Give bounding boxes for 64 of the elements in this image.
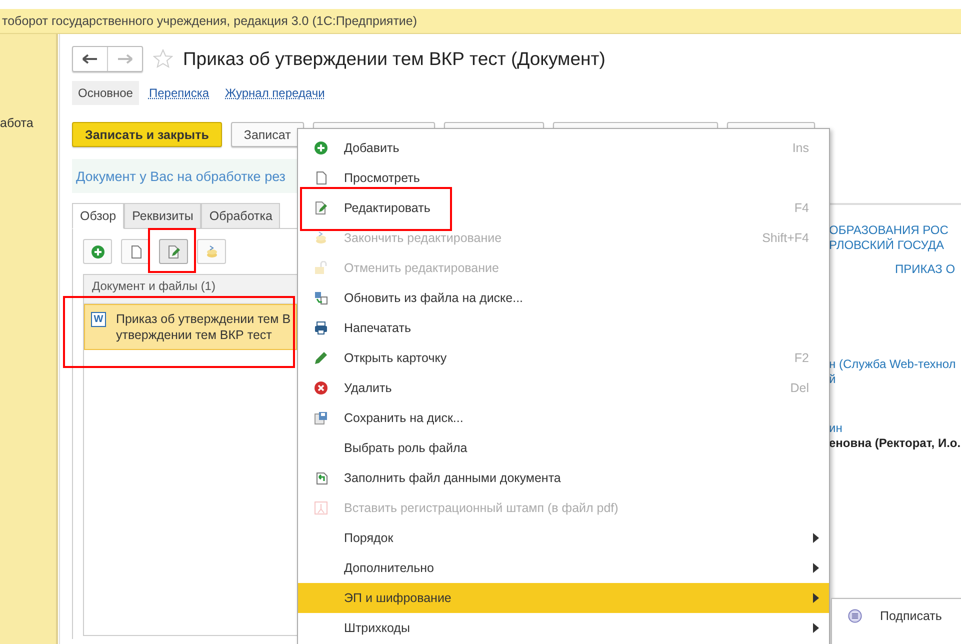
refresh-file-icon [314,291,328,305]
section-tab[interactable]: Основное [72,81,139,105]
menu-item[interactable]: Удалить Del [298,373,829,403]
menu-item[interactable]: Обновить из файла на диске... [298,283,829,313]
menu-item[interactable]: Дополнительно [298,553,829,583]
preview-text: й [829,372,837,387]
menu-item[interactable]: Штрихкоды [298,613,829,643]
pencil-icon [314,351,328,365]
lock-icon [314,261,328,275]
page-icon [314,171,328,185]
file-row[interactable]: W Приказ об утверждении тем В утверждении тем ВКР тест [84,304,297,350]
highlight-frame [148,228,196,273]
preview-text: н (Служба Web-технол [829,357,957,372]
delete-icon [314,381,328,395]
coins-icon [204,244,218,258]
pdf-icon [314,501,328,515]
menu-item[interactable]: Сохранить на диск... [298,403,829,433]
preview-text: ПРИКАЗ О [894,262,956,277]
printer-icon [314,321,328,335]
word-file-badge: W [91,312,106,327]
preview-text: РЛОВСКИЙ ГОСУДА [829,238,946,253]
preview-text: ин [829,421,844,436]
submenu-arrow-icon [813,563,819,573]
preview-text: еновна (Ректорат, И.о. [829,436,961,451]
menu-item[interactable]: Подписать [832,599,961,633]
file-name: утверждении тем ВКР тест [116,327,273,343]
app-title: тоборот государственного учреждения, редакция 3.0 (1С:Предприятие) [2,14,418,28]
document-title: Приказ об утверждении тем ВКР тест (Документ) [183,48,606,70]
submenu-arrow-icon [813,623,819,633]
edit-icon [166,244,180,258]
signature-icon [848,609,862,623]
command-button[interactable]: Записат [230,122,304,147]
edit-icon [314,201,328,215]
view-button[interactable] [121,239,150,264]
file-name: Приказ об утверждении тем В [116,311,291,327]
edit-button[interactable] [159,239,188,264]
list-header: Документ и файлы (1) [84,275,297,304]
tab[interactable]: Реквизиты [124,203,202,229]
coins-icon [314,231,328,245]
tab[interactable]: Обзор [72,203,124,229]
menu-item[interactable]: Порядок [298,523,829,553]
menu-item[interactable]: Напечатать [298,313,829,343]
section-tab[interactable]: Переписка [142,81,216,105]
info-text: Документ у Вас на обработке рез [76,168,286,184]
menu-item[interactable]: Просмотреть [298,163,829,193]
sidebar-item[interactable]: абота [0,116,34,130]
preview-text: ОБРАЗОВАНИЯ РОС [829,223,950,238]
menu-item[interactable]: ЭП и шифрование [298,583,829,613]
command-button[interactable]: Записать и закрыть [72,122,222,147]
tab[interactable]: Обработка [201,203,280,229]
plus-icon [90,244,104,258]
submenu-arrow-icon [813,593,819,603]
star-icon[interactable] [153,49,173,69]
menu-item[interactable]: Открыть карточку F2 [298,343,829,373]
save-disk-icon [314,411,328,425]
menu-item[interactable]: Выбрать роль файла [298,433,829,463]
fill-file-icon [314,471,328,485]
plus-icon [314,141,328,155]
section-tab[interactable]: Журнал передачи [219,81,331,105]
menu-item[interactable]: Редактировать F4 [298,193,829,223]
submenu-arrow-icon [813,533,819,543]
page-icon [128,244,142,258]
menu-item[interactable]: Заполнить файл данными документа [298,463,829,493]
add-button[interactable] [83,239,112,264]
